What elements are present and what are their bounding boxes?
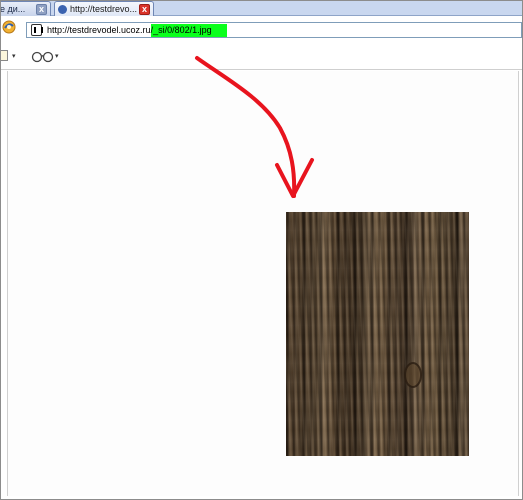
url-text: http://testdrevodel.ucoz.ru/_si/0/802/1.… [47,24,227,37]
address-row: http://testdrevodel.ucoz.ru/_si/0/802/1.… [0,16,523,40]
page-icon[interactable] [0,50,8,61]
tab-strip: е ди... x http://testdrevo... x [0,0,523,16]
glasses-icon[interactable] [31,51,55,63]
browser-icon [2,20,16,34]
tab-previous[interactable]: е ди... x [0,1,51,16]
tab-active[interactable]: http://testdrevo... x [54,1,154,16]
url-highlighted: /_si/0/802/1.jpg [150,24,227,37]
site-favicon-icon [31,24,43,36]
chevron-down-icon[interactable]: ▾ [55,52,59,60]
chevron-down-icon[interactable]: ▾ [12,52,16,60]
wood-texture-image [286,212,469,456]
close-icon[interactable]: x [139,3,150,15]
toolbar: ▾ ▾ [0,40,523,70]
close-icon[interactable]: x [36,3,47,15]
address-input[interactable]: http://testdrevodel.ucoz.ru/_si/0/802/1.… [26,22,522,38]
page-favicon-icon [58,4,67,14]
tab-label: http://testdrevo... [70,4,138,14]
tab-label: е ди... [0,4,26,14]
url-prefix: http://testdrevodel.ucoz.ru [47,25,151,35]
